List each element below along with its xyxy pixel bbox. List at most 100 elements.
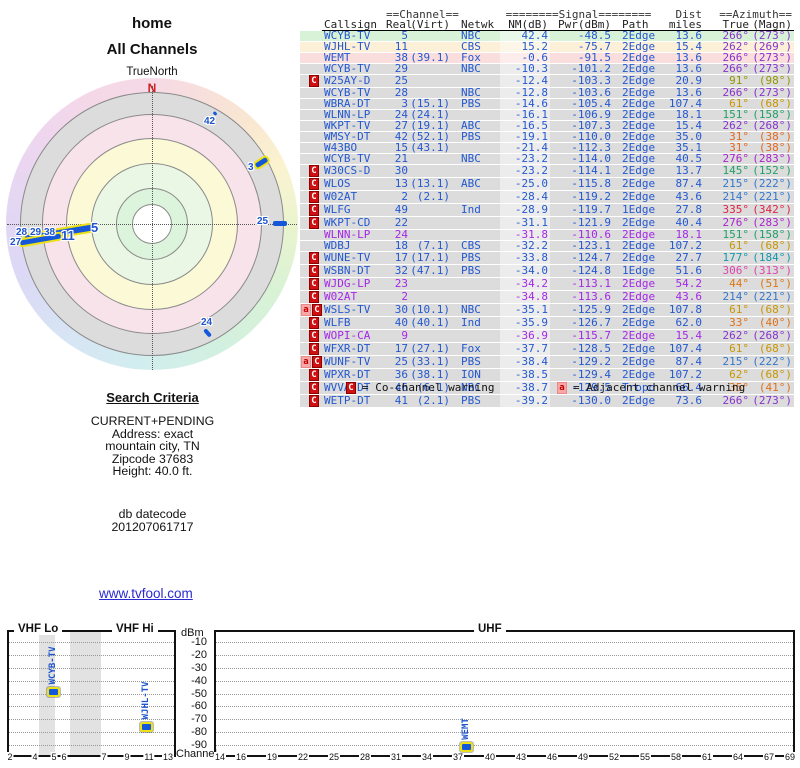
polar-channel-label: 29 bbox=[30, 227, 42, 238]
column-header: (Virt) bbox=[410, 19, 459, 31]
y-axis-tick-label: -30 bbox=[191, 661, 207, 674]
tvfool-link[interactable]: www.tvfool.com bbox=[99, 586, 193, 601]
cell-azMagn: (222°) bbox=[751, 177, 795, 191]
search-criteria-line: mountain city, TN bbox=[105, 439, 200, 454]
cell-real: 23 bbox=[386, 277, 410, 291]
cell-miles: 107.2 bbox=[657, 240, 705, 252]
warning-markers: C bbox=[300, 190, 322, 204]
cell-path: 2Edge bbox=[613, 153, 658, 165]
station-row: a C WSLS-TV 30 (10.1) NBC -35.1 -125.9 2Edge 107.… bbox=[300, 303, 795, 317]
gridline bbox=[216, 680, 793, 682]
cell-miles: 27.7 bbox=[657, 251, 705, 265]
cell-azTrue: 61° bbox=[704, 342, 752, 356]
warning-markers: aC bbox=[300, 355, 322, 369]
cell-nm: -35.1 bbox=[500, 303, 551, 317]
crosshair-horizontal bbox=[7, 224, 297, 225]
warning-markers bbox=[300, 52, 322, 64]
cell-miles: 62.0 bbox=[657, 316, 705, 330]
cell-virt bbox=[410, 30, 459, 42]
channel-tick-label: 40 bbox=[483, 752, 497, 762]
cell-azMagn: (68°) bbox=[751, 368, 795, 382]
cochannel-warning-icon: C bbox=[346, 382, 356, 394]
cell-nm: -28.4 bbox=[500, 190, 551, 204]
station-row: WDBJ 18 (7.1) CBS -32.2 -123.1 2Edge 107.2 61° (6… bbox=[300, 240, 795, 252]
cell-azMagn: (68°) bbox=[751, 303, 795, 317]
cell-netwk: NBC bbox=[458, 63, 501, 75]
cell-real: 2 bbox=[386, 190, 410, 204]
adjacent-legend-text: = Adjacent channel warning bbox=[573, 381, 746, 394]
cell-virt: (2.1) bbox=[410, 190, 459, 204]
cell-azTrue: 61° bbox=[704, 303, 752, 317]
cell-miles: 54.2 bbox=[657, 277, 705, 291]
cell-miles: 107.8 bbox=[657, 303, 705, 317]
cell-azMagn: (268°) bbox=[751, 329, 795, 343]
gridline bbox=[9, 667, 174, 669]
cochannel-warning-icon: C bbox=[309, 191, 319, 203]
cell-miles: 51.6 bbox=[657, 264, 705, 278]
cell-pwr: -114.1 bbox=[550, 164, 614, 178]
cell-virt: (10.1) bbox=[410, 303, 459, 317]
db-datecode-line: db datecode bbox=[118, 506, 187, 521]
signal-marker bbox=[49, 688, 58, 695]
warning-markers bbox=[300, 87, 322, 99]
warning-markers: C bbox=[300, 203, 322, 217]
channel-tick-label: 22 bbox=[296, 752, 310, 762]
station-row: a C WUNF-TV 25 (33.1) PBS -38.4 -129.2 2Edge 87.4… bbox=[300, 355, 795, 369]
cell-nm: -38.4 bbox=[500, 355, 551, 369]
y-axis-tick-label: -10 bbox=[191, 636, 207, 648]
cell-nm: -23.2 bbox=[500, 164, 551, 178]
cell-virt: (40.1) bbox=[410, 316, 459, 330]
cell-netwk bbox=[458, 164, 501, 178]
cell-path: 2Edge bbox=[613, 240, 658, 252]
cell-callsign: WSBN-DT bbox=[322, 264, 386, 278]
station-row: C W30CS-D 30 -23.2 -114.1 2Edge 13.7 145° (152°) bbox=[300, 164, 795, 178]
station-row: C WOPI-CA 9 -36.9 -115.7 2Edge 15.4 262° (268°) bbox=[300, 329, 795, 343]
cell-netwk: PBS bbox=[458, 394, 501, 408]
cell-netwk: NBC bbox=[458, 153, 501, 165]
channel-tick-label: 16 bbox=[234, 752, 248, 762]
polar-channel-label: 5 bbox=[91, 220, 99, 235]
channel-tick-label: 58 bbox=[669, 752, 683, 762]
warning-markers bbox=[300, 142, 322, 154]
polar-rings: 42 3 25 5 11 38 29 28 27 24 bbox=[0, 0, 320, 390]
cell-netwk: PBS bbox=[458, 131, 501, 143]
cell-callsign: W02AT bbox=[322, 290, 386, 304]
cochannel-warning-icon: C bbox=[309, 217, 319, 229]
cell-path: 1Edge bbox=[613, 203, 658, 217]
cell-virt: (7.1) bbox=[410, 240, 459, 252]
polar-channel-label: 27 bbox=[10, 237, 22, 248]
cell-azMagn: (152°) bbox=[751, 164, 795, 178]
cell-nm: -38.5 bbox=[500, 368, 551, 382]
cell-azTrue: 214° bbox=[704, 190, 752, 204]
cell-miles: 107.2 bbox=[657, 368, 705, 382]
channel-tick-label: 13 bbox=[161, 752, 175, 762]
search-criteria: Search Criteria CURRENT+PENDING Address: … bbox=[50, 390, 255, 533]
y-axis-tick-label: -90 bbox=[191, 739, 207, 751]
cell-nm: -37.7 bbox=[500, 342, 551, 356]
warning-markers bbox=[300, 131, 322, 143]
cell-miles: 43.6 bbox=[657, 190, 705, 204]
warning-markers: C bbox=[300, 164, 322, 178]
cell-pwr: -130.0 bbox=[550, 394, 614, 408]
north-letter: N bbox=[147, 81, 157, 95]
channel-tick-label: 61 bbox=[700, 752, 714, 762]
cell-azTrue: 62° bbox=[704, 368, 752, 382]
warning-markers: C bbox=[300, 251, 322, 265]
cell-real: 49 bbox=[386, 203, 410, 217]
cochannel-legend: C = Co-channel warning bbox=[345, 381, 494, 394]
cell-nm: -34.2 bbox=[500, 277, 551, 291]
cell-callsign: WJDG-LP bbox=[322, 277, 386, 291]
cochannel-warning-icon: C bbox=[309, 165, 319, 177]
cell-nm: -32.2 bbox=[500, 240, 551, 252]
cell-nm: -34.0 bbox=[500, 264, 551, 278]
cell-callsign: WETP-DT bbox=[322, 394, 386, 408]
cell-callsign: WSLS-TV bbox=[322, 303, 386, 317]
cell-miles: 13.6 bbox=[657, 63, 705, 75]
cell-pwr: -113.1 bbox=[550, 277, 614, 291]
cell-path: 2Edge bbox=[613, 63, 658, 75]
polar-plot: home All Channels TrueNorth 42 3 25 5 11 38 29… bbox=[0, 0, 320, 390]
channel-tick-label: 34 bbox=[420, 752, 434, 762]
cell-miles: 40.5 bbox=[657, 153, 705, 165]
cell-nm: -39.2 bbox=[500, 394, 551, 408]
cochannel-warning-icon: C bbox=[309, 178, 319, 190]
